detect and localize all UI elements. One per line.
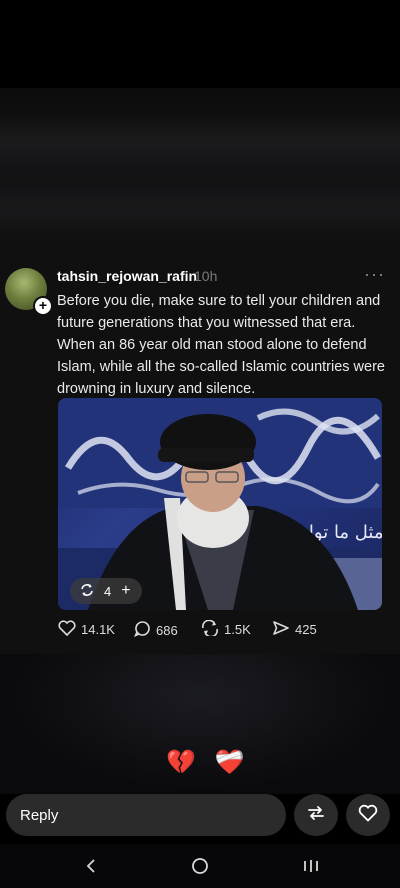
comment-button[interactable]: 686 [133,620,178,640]
action-bar: 14.1K 686 1.5K 425 [0,619,400,650]
repost-round-button[interactable] [294,794,338,836]
share-icon [272,620,290,639]
like-button[interactable]: 14.1K [58,620,115,639]
back-icon[interactable] [76,854,106,878]
more-options-icon[interactable]: ··· [364,264,385,285]
image-repost-icon [80,583,94,600]
reaction-emojis: 💔 ❤️‍🩹 [166,749,251,776]
home-icon[interactable] [185,854,215,878]
post-time: 10h [194,268,218,284]
share-count: 425 [295,622,317,637]
image-add-label[interactable]: + [121,582,130,600]
heart-icon [58,620,76,639]
comment-count: 686 [156,622,178,638]
like-round-button[interactable] [346,794,390,836]
status-area [0,0,400,88]
reply-input[interactable]: Reply [6,794,286,836]
follow-plus-icon[interactable]: + [33,296,53,316]
repost-button[interactable]: 1.5K [201,619,251,639]
post-card[interactable]: + tahsin_rejowan_rafin 10h ··· Before yo… [0,258,400,654]
blurred-background [0,88,400,258]
repost-count: 1.5K [224,622,251,637]
image-repost-count: 4 [104,583,112,599]
recents-icon[interactable] [296,854,326,878]
post-text: Before you die, make sure to tell your c… [57,293,385,397]
like-count: 14.1K [81,622,115,637]
comment-icon [133,620,151,640]
reply-label: Reply [20,806,59,824]
system-nav-bar [0,844,400,888]
post-image[interactable]: مثل ما تواصل 4 + [58,398,382,610]
share-button[interactable]: 425 [272,620,317,639]
repost-icon [306,804,326,827]
heart-icon [358,804,378,827]
post-username[interactable]: tahsin_rejowan_rafin [57,268,197,284]
repost-icon [201,619,219,639]
image-repost-pill[interactable]: 4 + [70,578,142,604]
